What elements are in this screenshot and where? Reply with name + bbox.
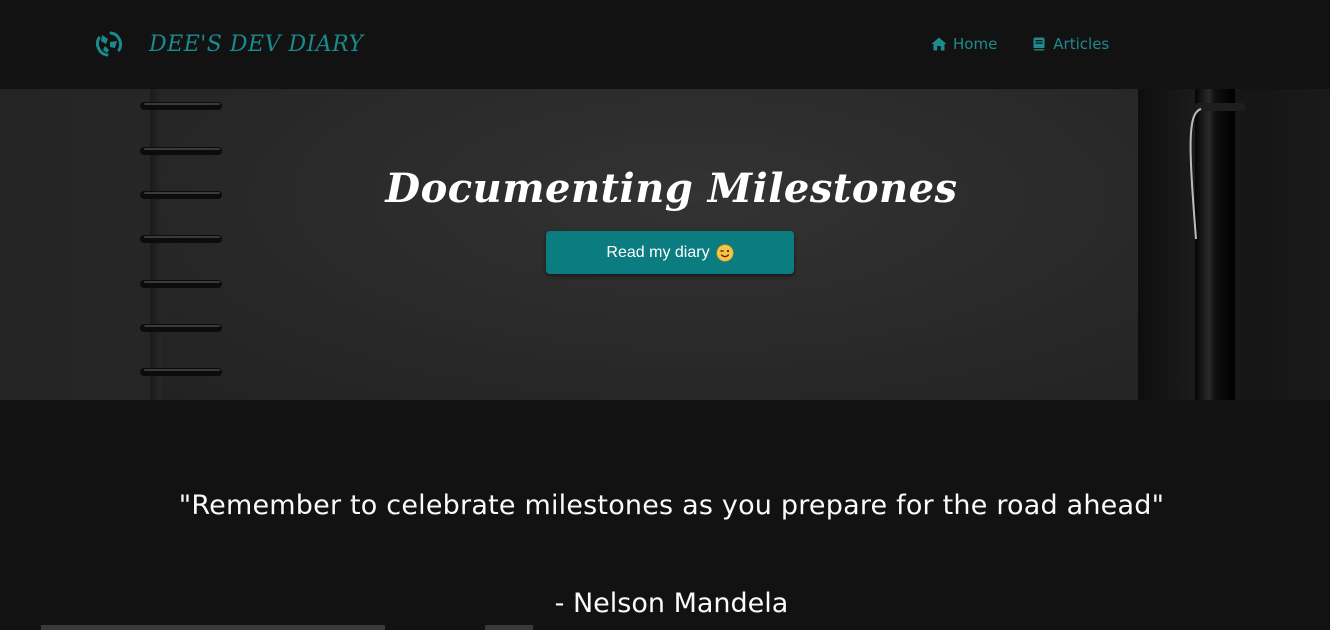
navbar: DEE'S DEV DIARY Home Articles	[0, 0, 1330, 89]
pen-image	[1189, 89, 1245, 400]
read-diary-button[interactable]: Read my diary	[546, 231, 794, 274]
read-diary-label: Read my diary	[606, 243, 710, 261]
notebook-spiral-ring	[140, 280, 222, 288]
carousel-indicator[interactable]	[41, 625, 385, 630]
nav-home-link[interactable]: Home	[931, 35, 997, 53]
notebook-spiral-ring	[140, 147, 222, 155]
carousel-indicator[interactable]	[485, 625, 533, 630]
book-icon	[1033, 37, 1045, 51]
home-icon	[931, 37, 947, 51]
quote-author: - Nelson Mandela	[554, 588, 789, 619]
brand[interactable]: DEE'S DEV DIARY	[93, 28, 364, 60]
brand-title: DEE'S DEV DIARY	[149, 31, 364, 57]
brand-logo-icon	[95, 31, 123, 57]
notebook-spiral-ring	[140, 102, 222, 110]
nav-home-label: Home	[953, 35, 998, 53]
notebook-spiral-ring	[140, 324, 222, 332]
notebook-spiral-ring	[140, 368, 222, 376]
winking-face-icon	[715, 243, 734, 262]
nav-articles-label: Articles	[1053, 35, 1110, 53]
nav-articles-link[interactable]: Articles	[1031, 35, 1109, 53]
nav-links: Home Articles	[931, 35, 1109, 53]
notebook-spiral-ring	[140, 235, 222, 243]
quote-text: "Remember to celebrate milestones as you…	[178, 490, 1165, 521]
hero-title: Documenting Milestones	[385, 165, 958, 212]
